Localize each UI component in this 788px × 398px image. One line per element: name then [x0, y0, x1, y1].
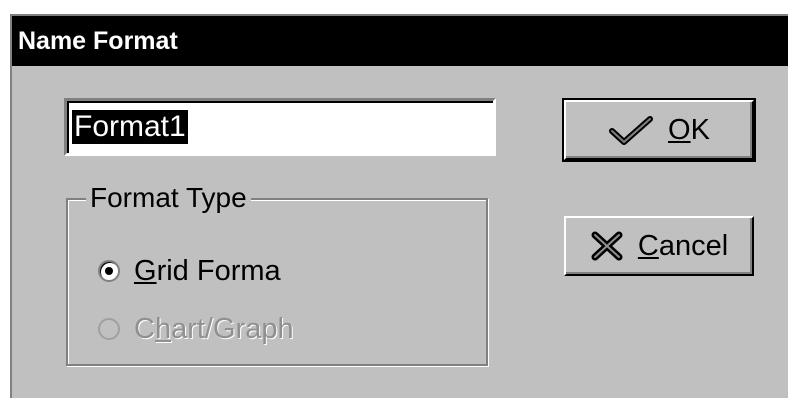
checkmark-icon — [608, 115, 654, 145]
format-type-label: Format Type — [86, 182, 251, 214]
radio-chart-graph-label: Chart/Graph — [134, 313, 294, 345]
radio-selected-icon[interactable] — [98, 260, 120, 282]
radio-grid-format[interactable]: Grid Forma — [98, 254, 281, 288]
name-format-dialog: Name Format Format1 Format Type Grid For… — [10, 14, 788, 398]
radio-grid-format-label: Grid Forma — [134, 255, 281, 287]
radio-chart-graph[interactable]: Chart/Graph — [98, 312, 294, 346]
dialog-title: Name Format — [18, 27, 178, 55]
format-name-input[interactable]: Format1 — [64, 98, 496, 156]
ok-button-label: OK — [668, 113, 710, 146]
x-icon — [590, 230, 624, 262]
ok-button[interactable]: OK — [562, 98, 756, 162]
cancel-button-label: Cancel — [637, 229, 729, 262]
title-bar: Name Format — [12, 16, 788, 66]
radio-unselected-icon — [98, 318, 120, 340]
cancel-button[interactable]: Cancel — [564, 216, 754, 276]
format-name-value: Format1 — [72, 110, 188, 144]
